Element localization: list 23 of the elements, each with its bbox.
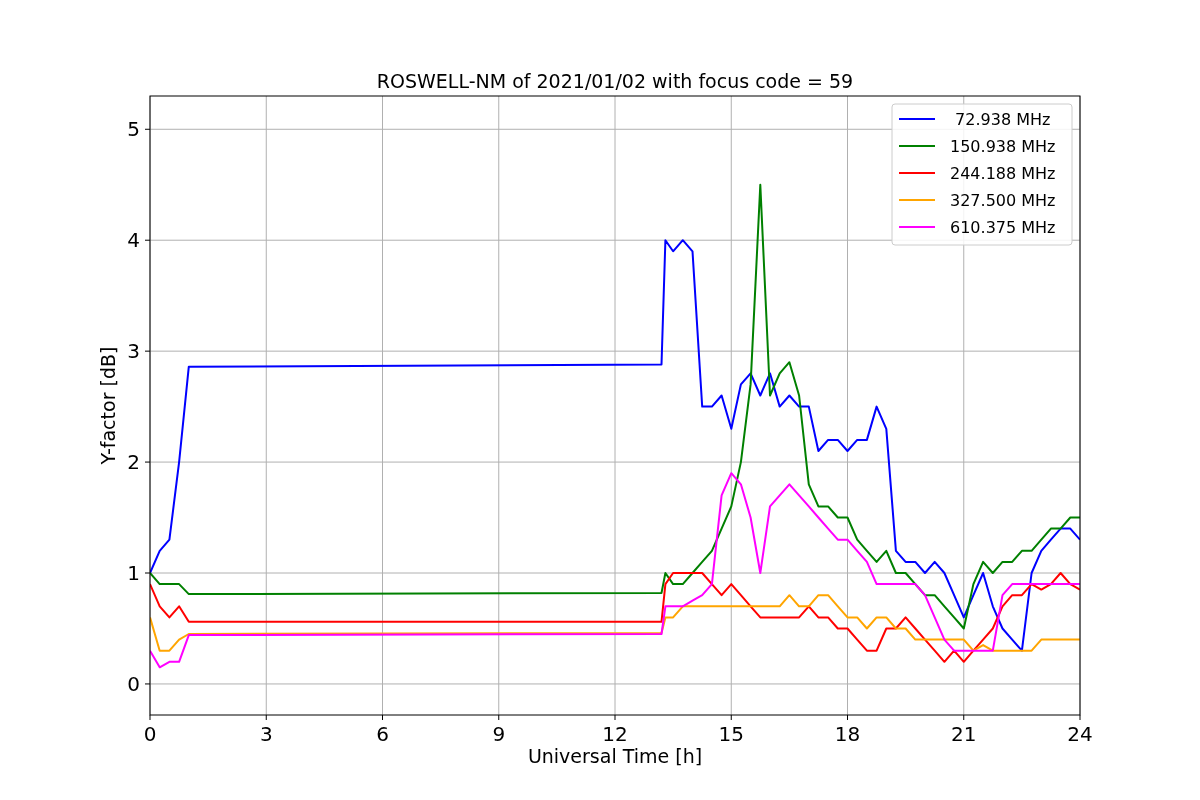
chart-title: ROSWELL-NM of 2021/01/02 with focus code = 59 xyxy=(376,70,854,92)
legend-label: 610.375 MHz xyxy=(950,218,1056,237)
y-tick-label: 2 xyxy=(127,450,140,475)
x-tick-label: 3 xyxy=(259,722,273,746)
y-tick-label: 0 xyxy=(127,671,140,696)
x-tick-label: 18 xyxy=(834,722,861,746)
x-tick-label: 0 xyxy=(143,722,157,746)
y-axis-label: Y-factor [dB] xyxy=(97,346,119,465)
legend-label: 72.938 MHz xyxy=(955,110,1051,129)
y-tick-label: 3 xyxy=(127,339,140,364)
legend-label: 327.500 MHz xyxy=(950,191,1056,210)
x-axis-label: Universal Time [h] xyxy=(527,745,703,767)
x-tick-label: 6 xyxy=(376,722,389,746)
legend-label: 150.938 MHz xyxy=(950,137,1056,156)
x-tick-label: 9 xyxy=(492,722,506,746)
x-tick-label: 12 xyxy=(602,722,628,746)
x-tick-label: 21 xyxy=(951,722,977,746)
x-tick-label: 24 xyxy=(1067,722,1093,746)
legend-label: 244.188 MHz xyxy=(950,164,1056,183)
y-tick-label: 5 xyxy=(127,117,140,142)
x-tick-label: 15 xyxy=(718,722,744,746)
y-tick-label: 1 xyxy=(127,561,140,585)
y-tick-label: 4 xyxy=(127,228,140,253)
